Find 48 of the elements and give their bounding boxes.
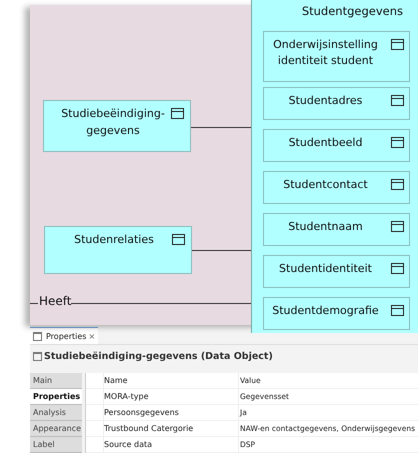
panel-title: Studiebeëindiging-gegevens (Data Object) [44, 350, 273, 362]
side-tab[interactable]: Appearance [30, 421, 82, 437]
object-label: Studentadres [288, 93, 364, 109]
connector-line [191, 127, 251, 128]
object-label: Studentbeeld [288, 135, 364, 151]
group-box[interactable]: Studentgegevens Onderwijsinstelling identiteit student Studentadres Studentbeeld Studentcontact Studentnaam Studentidentiteit Studentdemografie [251, 0, 418, 333]
data-object-icon [391, 39, 404, 50]
data-object-icon [391, 179, 404, 190]
connector-line [30, 303, 38, 304]
object-label: Studentdemografie [271, 303, 380, 319]
side-tab[interactable]: Properties [30, 389, 82, 405]
data-object-box[interactable]: Studentnaam [263, 213, 410, 246]
side-tab[interactable]: Main [30, 373, 82, 389]
data-object-icon [171, 108, 184, 119]
object-label: Studentcontact [282, 177, 369, 193]
data-object-icon [391, 263, 404, 274]
table-cell: Persoonsgegevens [103, 405, 238, 420]
tab-label: Properties [46, 332, 86, 340]
table-cell: Trustbound Catergorie [103, 421, 238, 436]
connection-label: Heeft [39, 294, 72, 308]
table-cell: MORA-type [103, 389, 238, 404]
view-icon [33, 332, 42, 340]
close-icon[interactable]: × [88, 332, 96, 340]
data-object-box[interactable]: Studentdemografie [263, 297, 410, 330]
object-label: Onderwijsinstelling identiteit student [272, 37, 379, 69]
object-label: Studiebeëindiging-gegevens [60, 106, 166, 139]
properties-tab[interactable]: Properties × [30, 327, 98, 344]
data-object-icon [391, 137, 404, 148]
data-object-icon [391, 305, 404, 316]
data-object-icon [33, 352, 42, 360]
object-label: Studenrelaties [73, 232, 155, 248]
data-object-box[interactable]: Onderwijsinstelling identiteit student [263, 31, 410, 82]
object-label: Studentidentiteit [278, 261, 373, 277]
table-cell: Source data [103, 437, 238, 452]
data-object-box[interactable]: Studenrelaties [44, 226, 192, 274]
data-object-icon [391, 95, 404, 106]
group-title: Studentgegevens [302, 4, 403, 18]
data-object-icon [172, 234, 185, 245]
side-tab[interactable]: Analysis [30, 405, 82, 421]
data-object-box[interactable]: Studentadres [263, 87, 410, 120]
data-object-box[interactable]: Studentbeeld [263, 129, 410, 162]
data-object-box[interactable]: Studiebeëindiging-gegevens [43, 100, 191, 152]
column-header: Name [103, 373, 238, 388]
data-object-box[interactable]: Studentcontact [263, 171, 410, 204]
data-object-icon [391, 221, 404, 232]
side-tab[interactable]: Label [30, 437, 82, 453]
object-label: Studentnaam [287, 219, 364, 235]
data-object-box[interactable]: Studentidentiteit [263, 255, 410, 288]
